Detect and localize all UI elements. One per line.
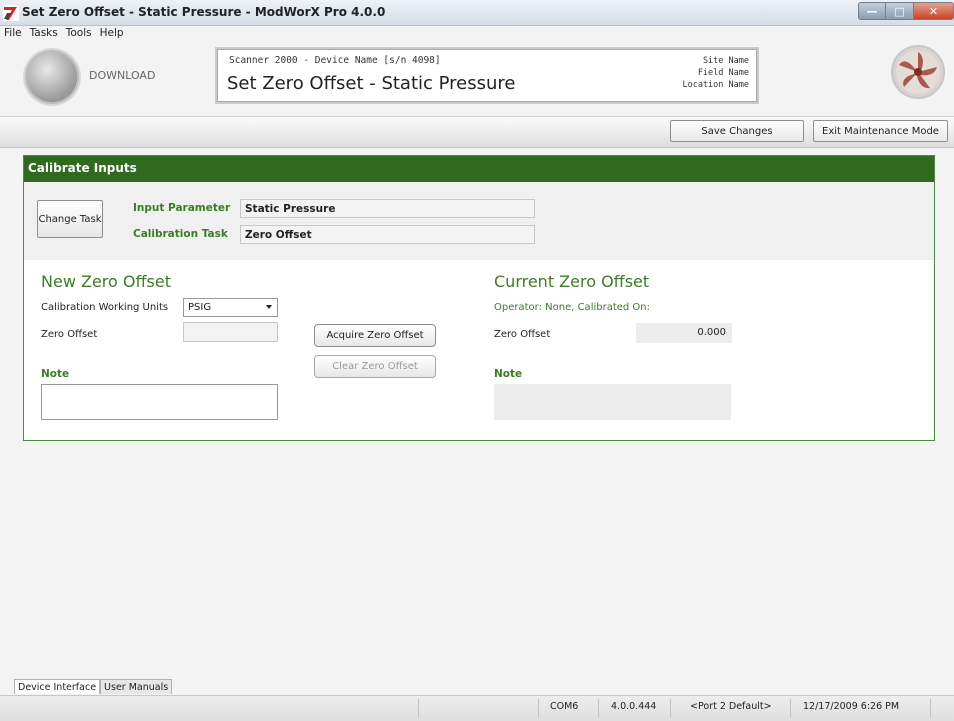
device-line: Scanner 2000 - Device Name [s/n 4098] xyxy=(229,55,441,66)
app-logo-icon xyxy=(3,5,19,21)
status-datetime: 12/17/2009 6:26 PM xyxy=(803,701,900,712)
location-name: Location Name xyxy=(682,80,749,90)
maximize-icon: □ xyxy=(894,4,905,18)
download-label[interactable]: DOWNLOAD xyxy=(89,69,155,82)
calibration-task-label: Calibration Task xyxy=(133,228,228,240)
close-icon: ✕ xyxy=(928,4,939,18)
status-separator xyxy=(670,699,671,717)
tab-device-interface[interactable]: Device Interface xyxy=(14,679,101,694)
acquire-zero-offset-button[interactable]: Acquire Zero Offset xyxy=(314,324,436,347)
status-version: 4.0.0.444 xyxy=(611,701,657,712)
site-name: Site Name xyxy=(702,56,749,66)
menu-bar: File Tasks Tools Help xyxy=(0,26,954,42)
current-zero-offset-title: Current Zero Offset xyxy=(494,272,650,291)
exit-maintenance-button[interactable]: Exit Maintenance Mode xyxy=(813,120,948,142)
window-controls: — □ ✕ xyxy=(858,2,954,22)
minimize-icon: — xyxy=(866,4,878,18)
calibrate-inputs-panel: Calibrate Inputs Change Task Input Param… xyxy=(23,155,935,441)
zero-offset-input[interactable] xyxy=(183,322,278,342)
clear-zero-offset-button[interactable]: Clear Zero Offset xyxy=(314,355,436,378)
toolbar: Save Changes Exit Maintenance Mode xyxy=(0,116,954,148)
device-info-box: Scanner 2000 - Device Name [s/n 4098] Se… xyxy=(215,47,759,104)
working-units-label: Calibration Working Units xyxy=(41,302,169,313)
new-zero-offset-title: New Zero Offset xyxy=(41,272,171,291)
status-separator xyxy=(538,699,539,717)
panel-title: Calibrate Inputs xyxy=(24,156,934,182)
status-bar: COM6 4.0.0.444 <Port 2 Default> 12/17/20… xyxy=(0,695,954,721)
current-zero-offset-label: Zero Offset xyxy=(494,329,551,340)
header: DOWNLOAD Scanner 2000 - Device Name [s/n… xyxy=(0,42,954,116)
input-parameter-label: Input Parameter xyxy=(133,202,231,214)
status-separator xyxy=(418,699,419,717)
dropdown-caret-icon xyxy=(266,305,272,309)
title-bar: Set Zero Offset - Static Pressure - ModW… xyxy=(0,0,954,26)
tab-user-manuals[interactable]: User Manuals xyxy=(100,679,173,694)
working-units-select[interactable]: PSIG xyxy=(183,298,278,317)
menu-tools[interactable]: Tools xyxy=(62,26,96,42)
new-note-input[interactable] xyxy=(41,384,278,420)
field-name: Field Name xyxy=(697,68,749,78)
menu-tasks[interactable]: Tasks xyxy=(26,26,62,42)
menu-file[interactable]: File xyxy=(0,26,26,42)
status-port: COM6 xyxy=(550,701,579,712)
minimize-button[interactable]: — xyxy=(858,2,886,20)
working-units-value: PSIG xyxy=(188,302,212,313)
window-title: Set Zero Offset - Static Pressure - ModW… xyxy=(22,5,386,19)
calibration-task-field: Zero Offset xyxy=(240,225,535,244)
menu-help[interactable]: Help xyxy=(96,26,128,42)
status-separator xyxy=(790,699,791,717)
fan-logo-icon xyxy=(891,45,945,99)
close-button[interactable]: ✕ xyxy=(914,2,954,20)
download-orb-icon[interactable] xyxy=(25,50,79,104)
input-parameter-field: Static Pressure xyxy=(240,199,535,218)
status-separator xyxy=(930,699,931,717)
status-port-default: <Port 2 Default> xyxy=(690,701,772,712)
bottom-tabs: Device Interface User Manuals xyxy=(14,679,173,695)
page-title: Set Zero Offset - Static Pressure xyxy=(227,73,516,94)
zero-offset-label: Zero Offset xyxy=(41,329,98,340)
status-separator xyxy=(598,699,599,717)
current-zero-offset-value: 0.000 xyxy=(636,323,732,343)
save-changes-button[interactable]: Save Changes xyxy=(670,120,804,142)
site-info: Site Name Field Name Location Name xyxy=(682,55,749,91)
maximize-button[interactable]: □ xyxy=(886,2,914,20)
operator-line: Operator: None, Calibrated On: xyxy=(494,302,651,313)
current-note-box xyxy=(494,384,731,420)
task-area: Change Task Input Parameter Static Press… xyxy=(24,182,934,260)
change-task-button[interactable]: Change Task xyxy=(37,200,103,238)
current-note-label: Note xyxy=(494,368,523,380)
new-note-label: Note xyxy=(41,368,70,380)
